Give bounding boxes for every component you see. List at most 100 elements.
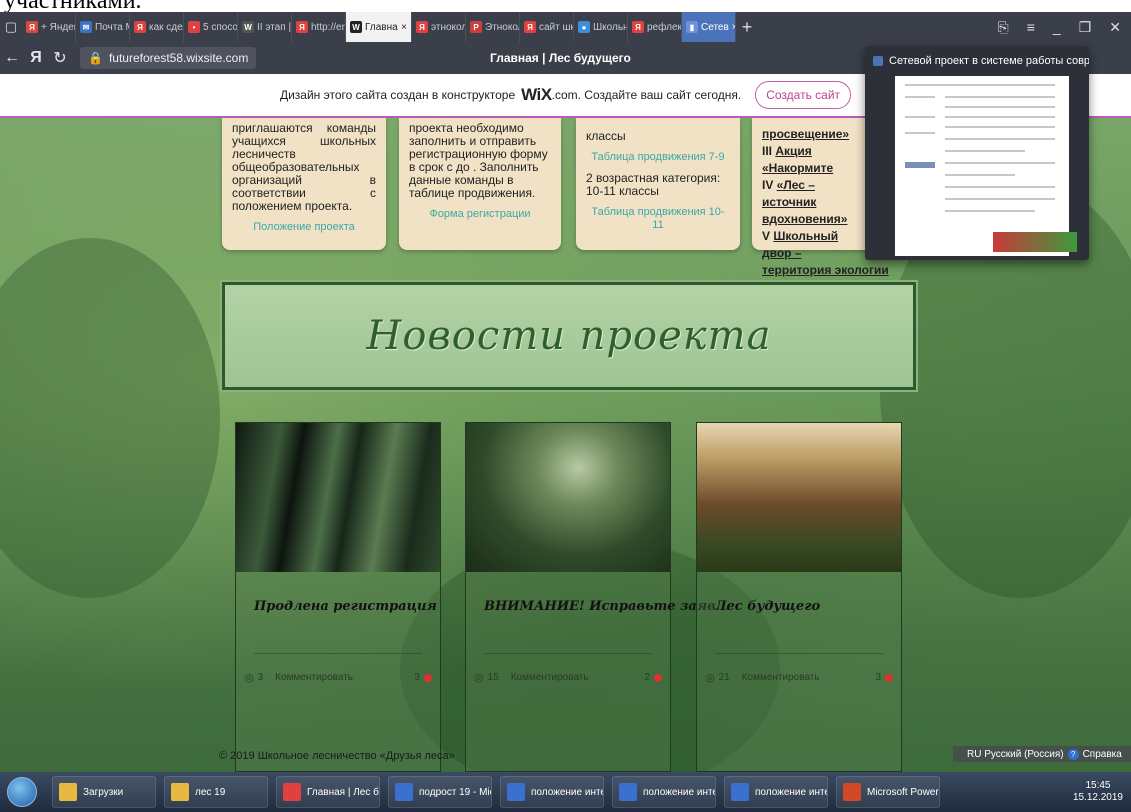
views-icon: ◎ [705, 672, 715, 684]
browser-tab[interactable]: Ясайт шко [520, 12, 574, 42]
help-icon: ? [1067, 748, 1079, 760]
tab-label: II этап | Л [257, 21, 292, 33]
taskbar-item[interactable]: подрост 19 - Micr... [388, 776, 492, 808]
heart-icon[interactable] [885, 673, 893, 682]
info-card-1: приглашаются команды учащихся школьных л… [222, 118, 386, 250]
preview-thumbnail[interactable] [895, 76, 1077, 256]
post-image-grass[interactable] [236, 423, 440, 572]
browser-tab[interactable]: ●Школьно [574, 12, 628, 42]
stage-link[interactable]: вдохновения» [762, 211, 860, 228]
tab-label: Почта Ма [95, 21, 129, 33]
taskbar-item-label: Загрузки [83, 786, 124, 798]
tab-favicon-icon: Я [416, 21, 428, 33]
app-icon [507, 783, 525, 801]
app-icon [171, 783, 189, 801]
post-title[interactable]: Продлена регистрация [254, 599, 437, 614]
heart-icon[interactable] [654, 673, 662, 682]
app-icon [843, 783, 861, 801]
tab-label: http://en [311, 21, 346, 33]
taskbar-item[interactable]: лес 19 [164, 776, 268, 808]
thumb-line [945, 106, 1055, 108]
heart-icon[interactable] [424, 673, 432, 682]
start-button[interactable] [0, 772, 44, 812]
browser-tab[interactable]: ✉Почта Ма [76, 12, 130, 42]
post-image-pine-forest[interactable] [697, 423, 901, 572]
taskbar-item[interactable]: положение инте... [500, 776, 604, 808]
url-text: futureforest58.wixsite.com [108, 51, 249, 65]
document-text: участниками. [4, 0, 142, 12]
news-heading: Новости проекта [366, 313, 772, 359]
browser-tab[interactable]: ▮Сетев× [682, 12, 736, 42]
comment-link[interactable]: Комментировать [275, 672, 353, 683]
post-card-1[interactable]: Продлена регистрация ◎ 3 Комментировать … [235, 422, 441, 772]
browser-tab[interactable]: Ярефлекс [628, 12, 682, 42]
taskbar-item-label: Главная | Лес буд... [307, 786, 379, 798]
tab-favicon-icon: Я [134, 21, 146, 33]
taskbar-item[interactable]: Microsoft PowerP... [836, 776, 940, 808]
preview-title: Сетевой проект в системе работы современ… [889, 55, 1089, 67]
tab-label: этнокол [431, 21, 466, 33]
tabs-menu-icon[interactable]: ▢ [0, 12, 22, 42]
close-window-icon[interactable]: ✕ [1109, 19, 1121, 36]
url-field[interactable]: 🔒 futureforest58.wixsite.com [80, 47, 257, 69]
likes-count: 2 [644, 672, 650, 683]
post-title[interactable]: ВНИМАНИЕ! Исправьте заяв... [484, 599, 729, 614]
menu-icon[interactable]: ≡ [1027, 19, 1035, 35]
taskbar-item[interactable]: Главная | Лес буд... [276, 776, 380, 808]
post-card-2[interactable]: ВНИМАНИЕ! Исправьте заяв... ◎ 15 Коммент… [465, 422, 729, 772]
registration-form-link[interactable]: Форма регистрации [409, 208, 551, 221]
thumb-line [945, 186, 1055, 188]
browser-tab[interactable]: P Этнокол [466, 12, 520, 42]
post-card-3[interactable]: Лес будущего ◎ 21 Комментировать 3 [696, 422, 902, 772]
thumb-line [905, 96, 935, 98]
create-site-button[interactable]: Создать сайт [755, 81, 852, 109]
taskbar-item[interactable]: положение инте... [612, 776, 716, 808]
taskbar-item[interactable]: Загрузки [52, 776, 156, 808]
browser-tab[interactable]: W Главна × [346, 12, 412, 42]
views-count: 15 [487, 672, 499, 683]
post-title[interactable]: Лес будущего [715, 599, 820, 614]
taskbar-item[interactable]: положение инте... [724, 776, 828, 808]
tab-preview-popup[interactable]: Сетевой проект в системе работы современ… [865, 46, 1089, 260]
stage-link[interactable]: просвещение» [762, 126, 860, 143]
project-regulation-link[interactable]: Положение проекта [232, 221, 376, 234]
thumb-line [945, 138, 1055, 140]
tab-favicon-icon: W [350, 21, 362, 33]
restore-icon[interactable]: ❐ [1079, 19, 1092, 36]
lock-icon: 🔒 [88, 51, 103, 65]
bookmark-icon[interactable]: ⎘ [998, 19, 1009, 36]
minimize-icon[interactable]: _ [1053, 19, 1061, 35]
footer-copyright: © 2019 Школьное лесничество «Друзья леса… [219, 750, 455, 762]
stage-number: III [762, 144, 776, 158]
tab-favicon-icon: ● [578, 21, 590, 33]
app-icon [619, 783, 637, 801]
thumb-line [945, 96, 1055, 98]
stage-link[interactable]: Школьный двор – [762, 229, 838, 260]
language-indicator[interactable]: RU Русский (Россия) ? Справка [953, 746, 1131, 762]
back-icon[interactable]: ← [0, 49, 24, 67]
browser-tab[interactable]: WII этап | Л [238, 12, 292, 42]
browser-tab[interactable]: Якак сдел [130, 12, 184, 42]
browser-tab[interactable]: Яэтнокол [412, 12, 466, 42]
system-clock[interactable]: 15:45 15.12.2019 [1073, 780, 1131, 804]
browser-tab-bar: ▢ Я+ Яндекс Д✉Почта МаЯкак сдел•5 способ… [0, 12, 1131, 42]
progress-table-10-11-link[interactable]: Таблица продвижения 10-11 [586, 206, 730, 232]
comment-link[interactable]: Комментировать [511, 672, 589, 683]
app-icon [283, 783, 301, 801]
tab-label: Школьно [593, 21, 627, 33]
yandex-icon[interactable]: Я [24, 49, 48, 67]
likes-count: 3 [414, 672, 420, 683]
close-tab-icon[interactable]: × [401, 22, 407, 33]
browser-tab[interactable]: •5 способ [184, 12, 238, 42]
post-image-forest[interactable] [466, 423, 670, 572]
comment-link[interactable]: Комментировать [742, 672, 820, 683]
help-text[interactable]: Справка [1083, 749, 1122, 760]
browser-tab[interactable]: Яhttp://en [292, 12, 346, 42]
stage-link[interactable]: территория экологии [762, 262, 889, 279]
new-tab-icon[interactable]: + [736, 12, 758, 42]
info-card-3: классы Таблица продвижения 7-9 2 возраст… [576, 118, 740, 250]
tab-label: Сетев [701, 21, 729, 33]
progress-table-7-9-link[interactable]: Таблица продвижения 7-9 [586, 151, 730, 164]
browser-tab[interactable]: Я+ Яндекс Д [22, 12, 76, 42]
reload-icon[interactable]: ↻ [48, 48, 72, 68]
